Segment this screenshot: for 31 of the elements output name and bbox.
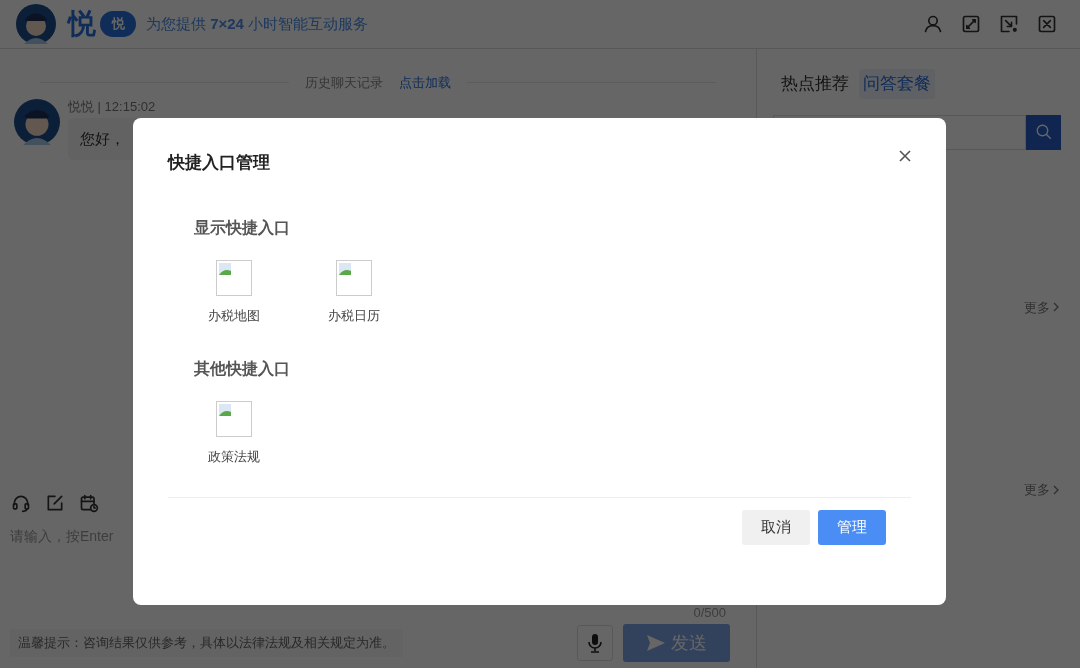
logo-text: 悦 — [68, 7, 96, 41]
avatar-figure — [14, 98, 60, 145]
logo-badge: 悦 — [100, 11, 136, 37]
mascot-figure — [16, 4, 56, 44]
chevron-right-icon — [1052, 484, 1060, 495]
primary-button[interactable]: 管理 — [818, 509, 886, 545]
search-button[interactable] — [1026, 114, 1061, 150]
section-heading: 显示快捷入口 — [194, 217, 291, 238]
chevron-right-icon — [1052, 302, 1060, 313]
broken-image-icon — [336, 259, 372, 296]
panel-tab[interactable]: 问答套餐 — [859, 69, 935, 99]
minimize-icon[interactable] — [998, 13, 1020, 35]
shortcut-item[interactable]: 政策法规 — [198, 401, 270, 467]
load-history-link[interactable]: 点击加载 — [399, 73, 451, 93]
send-icon — [646, 635, 665, 651]
tagline: 为您提供 7×24 小时智能互动服务 — [146, 13, 369, 34]
section-heading: 其他快捷入口 — [194, 359, 291, 379]
shortcut-item[interactable]: 办税地图 — [198, 259, 270, 325]
expand-icon[interactable] — [960, 13, 982, 35]
user-icon[interactable] — [922, 13, 944, 35]
close-icon[interactable] — [1036, 13, 1058, 35]
shortcut-item[interactable]: 办税日历 — [318, 259, 390, 325]
search-icon — [1034, 123, 1053, 141]
panel-tab[interactable]: 热点推荐 — [777, 69, 853, 99]
broken-image-icon — [216, 259, 252, 296]
microphone-icon — [586, 633, 604, 653]
cancel-button[interactable]: 取消 — [742, 509, 810, 545]
calendar-clock-icon[interactable] — [78, 492, 100, 514]
close-button[interactable] — [898, 148, 912, 163]
broken-image-icon — [216, 401, 252, 437]
microphone-button[interactable] — [577, 625, 613, 661]
